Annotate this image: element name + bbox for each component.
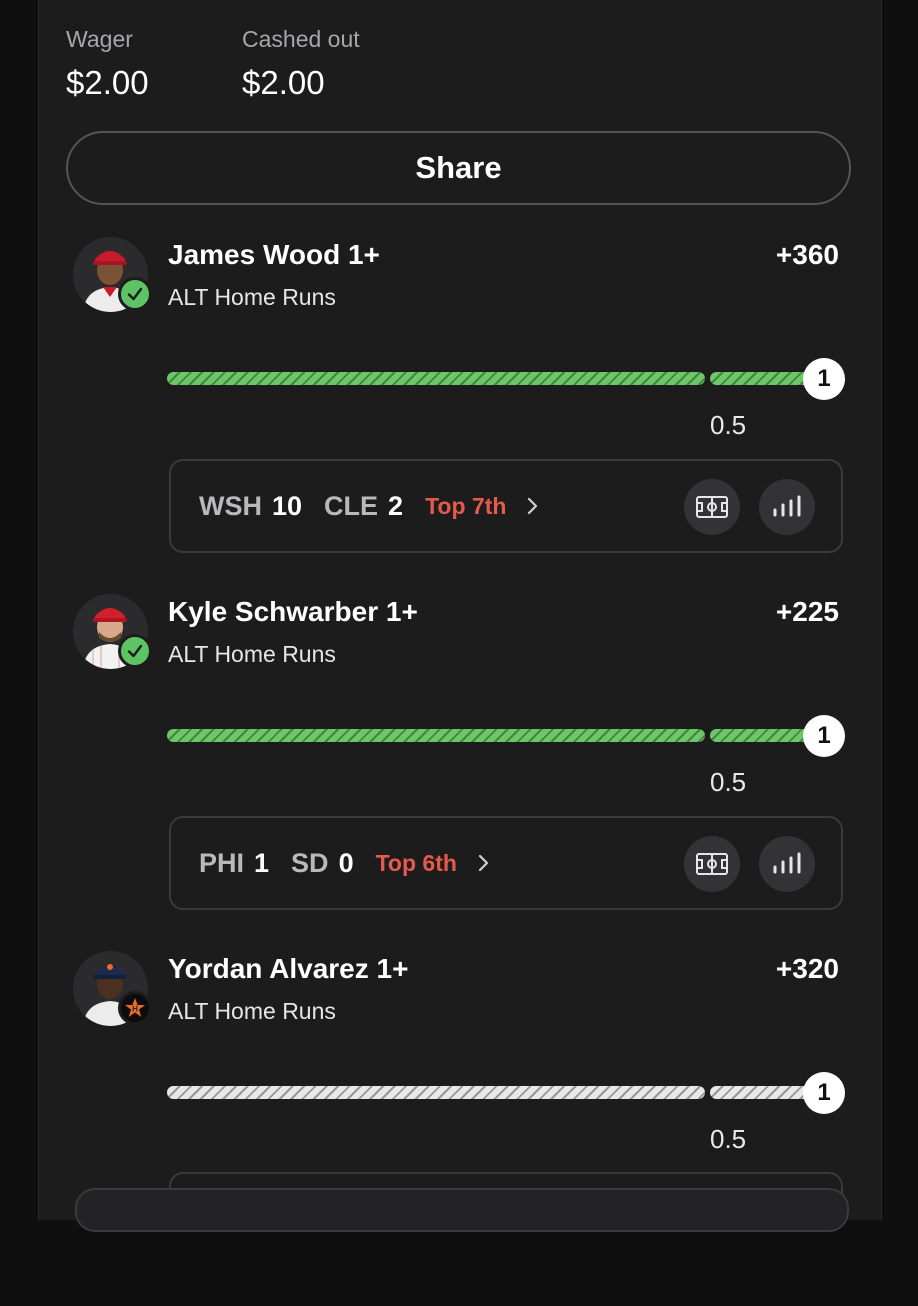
player-name: James Wood 1+ — [168, 239, 380, 270]
progress-bar-segment — [167, 372, 705, 385]
progress-bar-segment — [710, 1086, 810, 1099]
share-button[interactable]: Share — [66, 131, 851, 205]
cashed-out-value: $2.00 — [242, 64, 325, 101]
stats-bars-icon[interactable] — [759, 836, 815, 892]
market-label: ALT Home Runs — [168, 641, 336, 667]
game-score-card[interactable]: PHI 1 SD 0 Top 6th — [169, 816, 843, 910]
line-value: 0.5 — [710, 410, 747, 440]
bottom-action-bar[interactable] — [75, 1188, 849, 1232]
odds-value: +225 — [775, 596, 839, 627]
away-team: WSH — [199, 490, 262, 521]
player-name: Yordan Alvarez 1+ — [168, 953, 409, 984]
leg-card: James Wood 1+ ALT Home Runs +360 1 0.5 W… — [0, 235, 918, 592]
away-score: 1 — [254, 847, 270, 878]
home-team: CLE — [324, 490, 379, 521]
odds-value: +360 — [775, 239, 839, 270]
wager-label: Wager — [66, 26, 133, 52]
away-team: PHI — [199, 847, 245, 878]
line-value: 0.5 — [710, 767, 747, 797]
progress-bar-segment — [167, 1086, 705, 1099]
score-row: PHI 1 SD 0 Top 6th — [199, 818, 491, 908]
wager-value: $2.00 — [66, 64, 149, 101]
progress-bar-segment — [710, 729, 810, 742]
odds-value: +320 — [775, 953, 839, 984]
line-value: 0.5 — [710, 1124, 747, 1154]
away-score: 10 — [272, 490, 303, 521]
leg-card: Kyle Schwarber 1+ ALT Home Runs +225 1 0… — [0, 592, 918, 949]
inning-status: Top 6th — [375, 849, 457, 876]
svg-text:H: H — [132, 1005, 138, 1014]
home-score: 2 — [388, 490, 404, 521]
home-team: SD — [291, 847, 329, 878]
market-label: ALT Home Runs — [168, 284, 336, 310]
leg-card: H Yordan Alvarez 1+ ALT Home Runs +320 1… — [0, 949, 918, 1306]
field-icon[interactable] — [684, 836, 740, 892]
chevron-right-icon — [477, 853, 491, 873]
target-marker: 1 — [803, 358, 845, 400]
astros-logo-icon: H — [118, 991, 152, 1025]
progress-bar-segment — [710, 372, 810, 385]
field-icon[interactable] — [684, 479, 740, 535]
cashed-out-label: Cashed out — [242, 26, 360, 52]
inning-status: Top 7th — [425, 492, 507, 519]
check-icon — [118, 277, 152, 311]
player-name: Kyle Schwarber 1+ — [168, 596, 418, 627]
game-score-card[interactable]: WSH 10 CLE 2 Top 7th — [169, 459, 843, 553]
market-label: ALT Home Runs — [168, 998, 336, 1024]
progress-bar-segment — [167, 729, 705, 742]
check-icon — [118, 634, 152, 668]
home-score: 0 — [338, 847, 354, 878]
chevron-right-icon — [526, 496, 540, 516]
target-marker: 1 — [803, 1072, 845, 1114]
target-marker: 1 — [803, 715, 845, 757]
stats-bars-icon[interactable] — [759, 479, 815, 535]
score-row: WSH 10 CLE 2 Top 7th — [199, 461, 540, 551]
